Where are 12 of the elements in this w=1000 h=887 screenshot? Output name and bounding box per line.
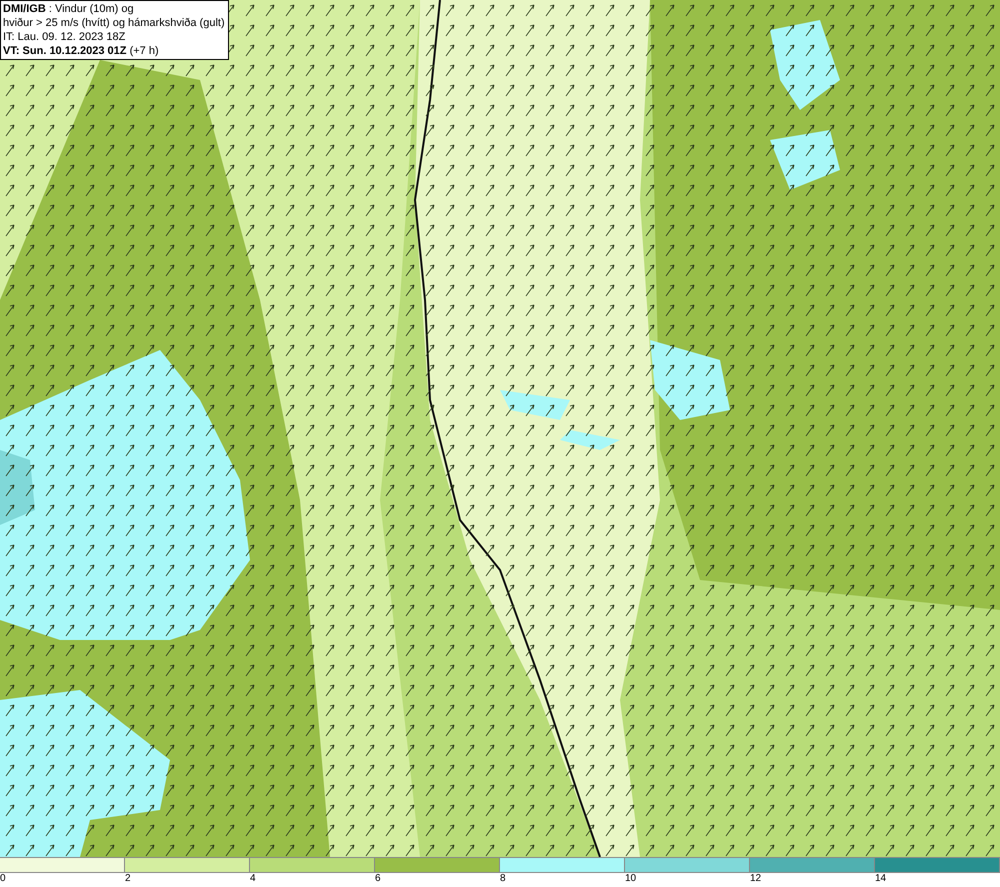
legend-label: 14	[875, 873, 886, 885]
title-line: DMI/IGB : Vindur (10m) og	[3, 2, 135, 16]
legend-label: 8	[500, 873, 506, 885]
legend-label: 4	[250, 873, 256, 885]
legend-label: 10	[625, 873, 636, 885]
legend-label: 12	[750, 873, 762, 885]
title-line: hviður > 25 m/s (hvítt) og hámarkshviða (gult)	[3, 16, 226, 30]
title-line: IT: Lau. 09. 12. 2023 18Z	[3, 30, 126, 44]
legend-label: 6	[375, 873, 381, 885]
legend-label: 0	[0, 873, 6, 885]
legend-label: 2	[125, 873, 131, 885]
title-line: VT: Sun. 10.12.2023 01Z (+7 h)	[3, 44, 160, 58]
